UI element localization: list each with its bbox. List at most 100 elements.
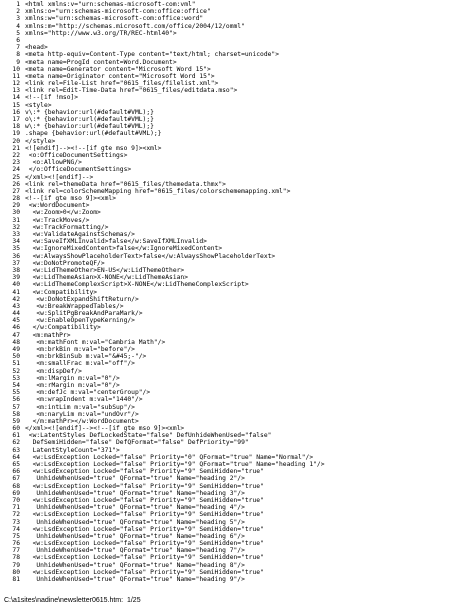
line-number: 25 (12, 173, 20, 181)
source-code-listing: 1 <html xmlns:v="urn:schemas-microsoft-co… (2, 1, 472, 583)
code-line: 2 xmlns:o="urn:schemas-microsoft-com:offi… (2, 8, 472, 15)
line-text: <w:IgnoreMixedContent>false</w:IgnoreMix… (25, 245, 223, 253)
line-number: 3 (16, 15, 20, 23)
code-line: 26 <link rel=themeData href="0615_files/t… (2, 181, 472, 188)
line-number: 9 (16, 58, 20, 66)
line-number: 53 (12, 374, 20, 382)
line-text: <m:mathPr> (25, 331, 71, 339)
line-text: <w:LsdException Locked="false" Priority=… (25, 568, 264, 576)
code-line: 6 (2, 37, 472, 44)
line-number: 18 (12, 123, 20, 131)
line-number: 42 (12, 295, 20, 303)
code-line: 37 <w:DoNotPromoteQF/> (2, 260, 472, 267)
line-number: 6 (16, 36, 20, 44)
code-line: 54 <m:rMargin m:val="0"/> (2, 382, 472, 389)
line-number: 61 (12, 432, 20, 440)
line-number: 20 (12, 137, 20, 145)
line-number: 40 (12, 281, 20, 289)
code-line: 77 UnhideWhenUsed="true" QFormat="true" … (2, 547, 472, 554)
code-line: 56 <m:wrapIndent m:val="1440"/> (2, 396, 472, 403)
code-line: 20 </style> (2, 138, 472, 145)
line-text: <link rel=Edit-Time-Data href="0615_file… (25, 87, 238, 95)
line-text: <html xmlns:v="urn:schemas-microsoft-com… (25, 1, 196, 8)
line-number: 38 (12, 266, 20, 274)
line-text: <w:DoNotExpandShiftReturn/> (25, 295, 139, 303)
code-line: 15 <style> (2, 102, 472, 109)
line-text: <m:rMargin m:val="0"/> (25, 381, 120, 389)
line-text: <w:AlwaysShowPlaceholderText>false</w:Al… (25, 252, 276, 260)
line-text: xmlns:m="http://schemas.microsoft.com/of… (25, 22, 245, 30)
code-line: 80 <w:LsdException Locked="false" Priori… (2, 569, 472, 576)
line-number: 62 (12, 439, 20, 447)
code-line: 12 <link rel=File-List href="0615_files/f… (2, 80, 472, 87)
line-number: 65 (12, 461, 20, 468)
line-text: <m:mathFont m:val="Cambria Math"/> (25, 338, 166, 346)
line-number: 75 (12, 532, 20, 540)
line-text: UnhideWhenUsed="true" QFormat="true" Nam… (25, 504, 245, 512)
line-number: 80 (12, 568, 20, 576)
code-line: 70 <w:LsdException Locked="false" Priori… (2, 497, 472, 504)
code-line: 31 <w:TrackMoves/> (2, 217, 472, 224)
line-text: <w:LidThemeComplexScript>X-NONE</w:LidTh… (25, 281, 249, 289)
code-line: 75 UnhideWhenUsed="true" QFormat="true" … (2, 533, 472, 540)
code-line: 24 </o:OfficeDocumentSettings> (2, 166, 472, 173)
line-number: 35 (12, 245, 20, 253)
line-number: 79 (12, 561, 20, 569)
line-number: 15 (12, 101, 20, 109)
line-text: xmlns:w="urn:schemas-microsoft-com:offic… (25, 15, 204, 23)
line-text: <w:LatentStyles DefLockedState="false" D… (25, 432, 272, 440)
line-text: </xml><![endif]--> (25, 173, 94, 181)
line-text: <o:AllowPNG/> (25, 159, 82, 167)
line-text: <w:LsdException Locked="false" Priority=… (25, 453, 314, 461)
line-number: 26 (12, 180, 20, 188)
code-line: 45 <w:EnableOpenTypeKerning/> (2, 317, 472, 324)
line-number: 8 (16, 51, 20, 59)
code-line: 1 <html xmlns:v="urn:schemas-microsoft-co… (2, 1, 472, 8)
line-number: 60 (12, 425, 20, 433)
code-line: 60 </xml><![endif]--><!--[if gte mso 9]><… (2, 425, 472, 432)
line-text: <w:EnableOpenTypeKerning/> (25, 317, 135, 325)
code-line: 40 <w:LidThemeComplexScript>X-NONE</w:Li… (2, 281, 472, 288)
line-text: UnhideWhenUsed="true" QFormat="true" Nam… (25, 532, 245, 540)
line-text: UnhideWhenUsed="true" QFormat="true" Nam… (25, 561, 245, 569)
line-text: <w:LsdException Locked="false" Priority=… (25, 511, 264, 519)
code-line: 73 UnhideWhenUsed="true" QFormat="true" … (2, 519, 472, 526)
line-text: <style> (25, 101, 52, 109)
code-line: 58 <m:naryLim m:val="undOvr"/> (2, 411, 472, 418)
line-number: 1 (16, 1, 20, 8)
code-line: 8 <meta http-equiv=Content-Type content="… (2, 51, 472, 58)
line-text: UnhideWhenUsed="true" QFormat="true" Nam… (25, 547, 245, 555)
code-line: 41 <w:Compatibility> (2, 289, 472, 296)
line-text: <w:LsdException Locked="false" Priority=… (25, 482, 264, 490)
line-text: <w:LsdException Locked="false" Priority=… (25, 496, 264, 504)
line-text: UnhideWhenUsed="true" QFormat="true" Nam… (25, 475, 245, 483)
line-number: 64 (12, 453, 20, 461)
code-line: 13 <link rel=Edit-Time-Data href="0615_fi… (2, 87, 472, 94)
code-line: 32 <w:TrackFormatting/> (2, 224, 472, 231)
line-text: <w:LsdException Locked="false" Priority=… (25, 461, 325, 468)
line-text: <w:Zoom>0</w:Zoom> (25, 209, 101, 217)
line-text: <w:WordDocument> (25, 202, 90, 210)
line-text: <m:dispDef/> (25, 367, 82, 375)
line-text: <link rel=colorSchemeMapping href="0615_… (25, 187, 291, 195)
line-text: <m:brkBinSub m:val="&#45;-"/> (25, 353, 147, 361)
line-text: <w:ValidateAgainstSchemas/> (25, 231, 135, 238)
line-text: <w:LsdException Locked="false" Priority=… (25, 540, 264, 548)
code-line: 64 <w:LsdException Locked="false" Priori… (2, 454, 472, 461)
line-number: 12 (12, 80, 20, 88)
line-number: 49 (12, 346, 20, 353)
line-number: 17 (12, 116, 20, 123)
line-number: 19 (12, 130, 20, 138)
line-text: DefSemiHidden="false" DefQFormat="false"… (25, 439, 249, 447)
line-text: v\:* {behavior:url(#default#VML);} (25, 108, 154, 116)
line-number: 68 (12, 482, 20, 490)
code-line: 23 <o:AllowPNG/> (2, 159, 472, 166)
line-number: 48 (12, 338, 20, 346)
code-line: 71 UnhideWhenUsed="true" QFormat="true" … (2, 504, 472, 511)
code-line: 59 </m:mathPr></w:WordDocument> (2, 418, 472, 425)
line-number: 46 (12, 324, 20, 332)
code-line: 9 <meta name=ProgId content=Word.Document… (2, 59, 472, 66)
code-line: 66 <w:LsdException Locked="false" Priori… (2, 468, 472, 475)
code-line: 25 </xml><![endif]--> (2, 174, 472, 181)
line-number: 32 (12, 223, 20, 231)
